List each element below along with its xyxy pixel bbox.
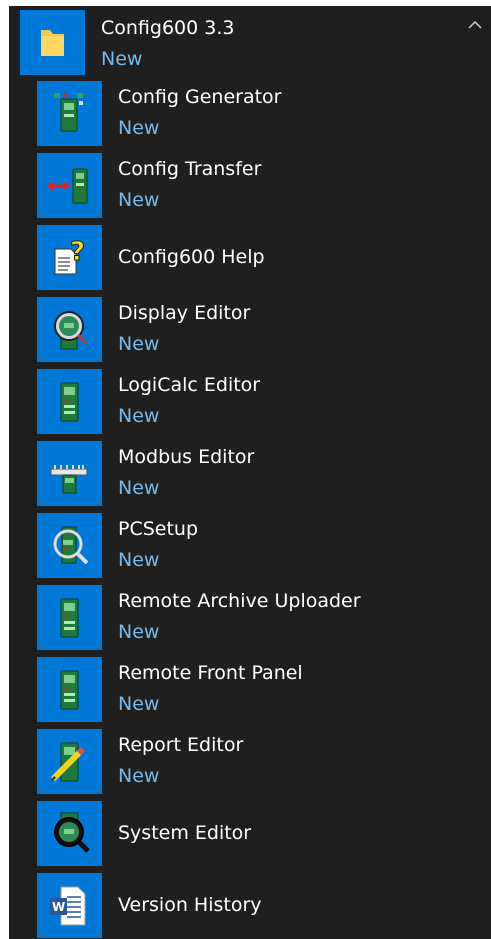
app-item-version-history[interactable]: W Version History [9, 870, 491, 939]
app-item-modbus-editor[interactable]: Modbus Editor New [9, 438, 491, 510]
help-file-icon: ? [54, 237, 86, 275]
app-item-config-generator[interactable]: Config Generator New [9, 78, 491, 150]
app-tile [37, 81, 102, 146]
remote-archive-uploader-icon [60, 598, 79, 638]
word-document-icon: W [50, 886, 86, 926]
app-item-display-editor[interactable]: Display Editor New [9, 294, 491, 366]
new-badge: New [118, 549, 160, 571]
app-item-remote-archive-uploader[interactable]: Remote Archive Uploader New [9, 582, 491, 654]
config-transfer-icon [47, 168, 88, 204]
app-tile [37, 801, 102, 866]
app-label: Config600 Help [118, 246, 265, 268]
app-item-report-editor[interactable]: Report Editor New [9, 726, 491, 798]
app-item-config-transfer[interactable]: Config Transfer New [9, 150, 491, 222]
app-tile [37, 441, 102, 506]
app-label: LogiCalc Editor [118, 374, 261, 396]
app-label: Remote Front Panel [118, 662, 303, 684]
group-tile [20, 10, 85, 75]
new-badge: New [118, 693, 160, 715]
app-label: Remote Archive Uploader [118, 590, 361, 612]
app-tile [37, 369, 102, 434]
app-tile [37, 153, 102, 218]
group-new-badge: New [101, 48, 143, 70]
app-item-config600-help[interactable]: ? Config600 Help [9, 222, 491, 294]
display-editor-icon [54, 311, 88, 350]
app-item-system-editor[interactable]: System Editor [9, 798, 491, 870]
app-tile: ? [37, 225, 102, 290]
logicalc-editor-icon [60, 382, 79, 422]
chevron-up-icon[interactable] [464, 14, 486, 36]
app-tile [37, 513, 102, 578]
app-label: Config Transfer [118, 158, 262, 180]
app-item-logicalc-editor[interactable]: LogiCalc Editor New [9, 366, 491, 438]
new-badge: New [118, 117, 160, 139]
app-tile [37, 585, 102, 650]
app-item-remote-front-panel[interactable]: Remote Front Panel New [9, 654, 491, 726]
app-tile: W [37, 873, 102, 938]
start-menu-app-list: Config600 3.3 New Config Generator New C… [9, 6, 491, 939]
modbus-editor-icon [50, 465, 88, 494]
app-label: Config Generator [118, 86, 282, 108]
app-label: Modbus Editor [118, 446, 255, 468]
app-item-pcsetup[interactable]: PCSetup New [9, 510, 491, 582]
new-badge: New [118, 477, 160, 499]
svg-text:?: ? [70, 237, 85, 267]
report-editor-icon [50, 742, 86, 782]
new-badge: New [118, 765, 160, 787]
svg-text:W: W [52, 900, 65, 914]
app-label: PCSetup [118, 518, 199, 540]
new-badge: New [118, 621, 160, 643]
app-label: Display Editor [118, 302, 251, 324]
new-badge: New [118, 333, 160, 355]
folder-icon [41, 30, 64, 56]
group-title: Config600 3.3 [101, 17, 235, 39]
app-tile [37, 657, 102, 722]
new-badge: New [118, 189, 160, 211]
app-tile [37, 297, 102, 362]
system-editor-icon [54, 812, 90, 853]
group-config600[interactable]: Config600 3.3 New [9, 6, 491, 78]
app-label: Version History [118, 894, 262, 916]
pcsetup-icon [53, 526, 89, 565]
config-generator-icon [54, 93, 83, 132]
app-label: Report Editor [118, 734, 244, 756]
app-label: System Editor [118, 822, 252, 844]
new-badge: New [118, 405, 160, 427]
remote-front-panel-icon [60, 670, 79, 710]
app-tile [37, 729, 102, 794]
